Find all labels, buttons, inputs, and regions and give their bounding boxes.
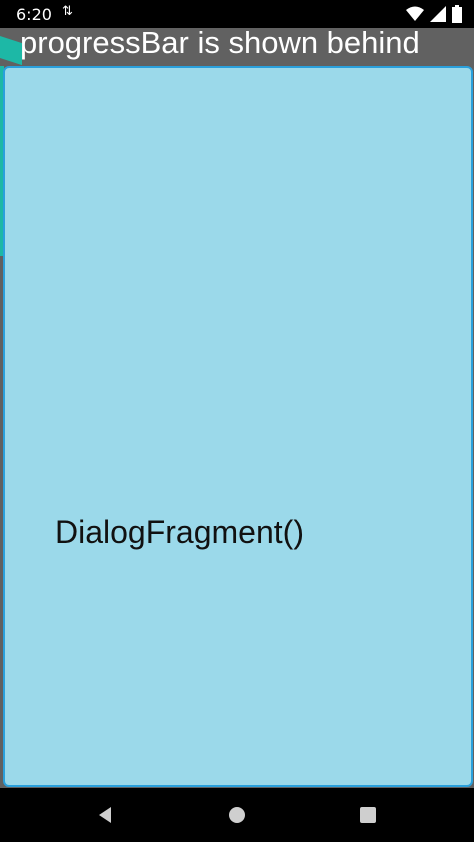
home-icon[interactable] — [227, 805, 247, 825]
back-icon[interactable] — [96, 805, 116, 825]
screen: 6:20 ⇅ progressBar is shown behind Dialo… — [0, 0, 474, 842]
navigation-bar — [0, 788, 474, 842]
battery-icon — [452, 5, 462, 23]
dialog-fragment[interactable]: DialogFragment() — [3, 66, 473, 787]
recents-icon[interactable] — [358, 805, 378, 825]
wifi-icon — [406, 6, 424, 21]
signal-icon — [430, 6, 446, 22]
data-transfer-icon: ⇅ — [62, 4, 73, 19]
status-bar: 6:20 ⇅ — [0, 0, 474, 28]
dialog-text: DialogFragment() — [55, 514, 304, 550]
progress-bar — [0, 36, 22, 66]
app-title: progressBar is shown behind — [20, 25, 420, 60]
status-time: 6:20 — [16, 5, 52, 24]
status-icons — [406, 5, 462, 23]
